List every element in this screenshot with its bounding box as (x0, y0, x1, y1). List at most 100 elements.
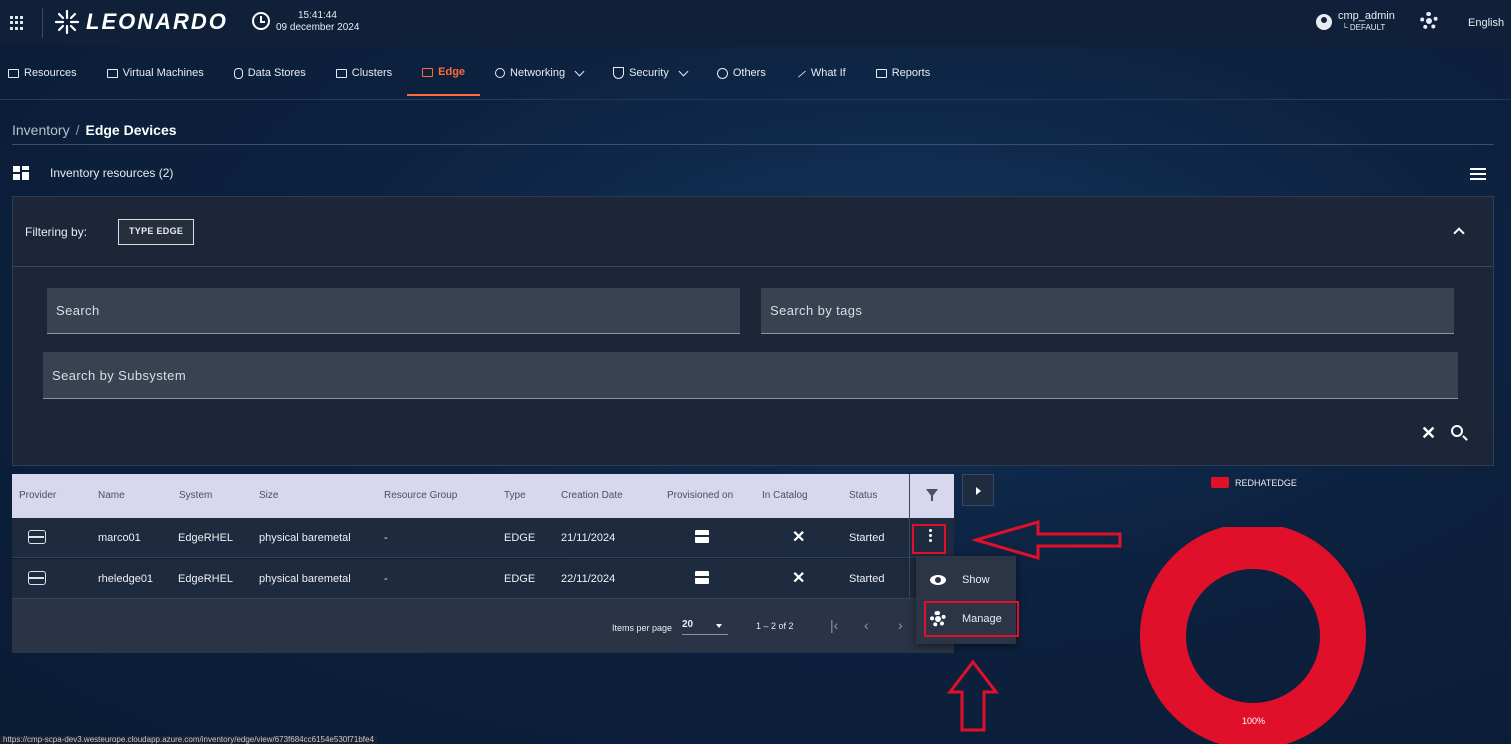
edge-icon (422, 67, 434, 77)
breadcrumb-separator: / (75, 122, 80, 138)
leonardo-logo-icon (54, 9, 80, 35)
cell-name[interactable]: marco01 (98, 532, 141, 544)
nav-label: Others (732, 67, 766, 79)
cell-resource-group: - (384, 532, 388, 544)
nav-reports[interactable]: Reports (861, 50, 946, 96)
menu-item-show[interactable]: Show (916, 560, 1016, 600)
previous-page-icon[interactable]: ‹ (864, 617, 869, 633)
database-icon (233, 67, 243, 79)
cell-name[interactable]: rheledge01 (98, 573, 153, 585)
col-size[interactable]: Size (259, 490, 278, 501)
cell-in-catalog: ✕ (792, 529, 806, 546)
chevron-up-icon[interactable] (1453, 227, 1465, 239)
path-icon (795, 68, 806, 78)
page-size-select[interactable]: 20 (682, 619, 728, 635)
nav-label: Reports (891, 67, 931, 79)
menu-item-label: Manage (962, 613, 1002, 625)
dashboard-icon (13, 166, 29, 180)
date-text: 09 december 2024 (276, 22, 360, 33)
tenant-name: └ DEFAULT (1342, 23, 1386, 32)
col-provider[interactable]: Provider (19, 490, 56, 501)
nav-clusters[interactable]: Clusters (321, 50, 407, 96)
antenna-icon (495, 68, 506, 78)
col-in-catalog[interactable]: In Catalog (762, 490, 808, 501)
legend-swatch (1211, 477, 1229, 488)
cell-in-catalog: ✕ (792, 570, 806, 587)
donut-chart (1140, 527, 1366, 744)
menu-icon[interactable] (1470, 168, 1486, 180)
col-creation-date[interactable]: Creation Date (561, 490, 623, 501)
dropdown-arrow-icon (716, 624, 722, 628)
nav-virtual-machines[interactable]: Virtual Machines (92, 50, 219, 96)
col-provisioned-on[interactable]: Provisioned on (667, 490, 733, 501)
col-system[interactable]: System (179, 490, 212, 501)
search-input[interactable]: Search (47, 288, 740, 334)
nav-label: Data Stores (247, 67, 306, 79)
filter-panel: Filtering by: TYPE EDGE Search Search by… (12, 196, 1494, 466)
filter-funnel-icon[interactable] (926, 489, 938, 501)
donut-slice-redhatedge[interactable] (1140, 527, 1366, 744)
chevron-down-icon (678, 66, 689, 76)
nav-edge[interactable]: Edge (407, 50, 481, 96)
col-type[interactable]: Type (504, 490, 526, 501)
datetime: 15:41:44 09 december 2024 (276, 10, 359, 34)
clock-icon (252, 12, 270, 30)
annotation-arrow-left-icon (972, 520, 1122, 560)
actions-column-divider (909, 474, 910, 599)
cell-system: EdgeRHEL (178, 573, 234, 585)
gear-icon (930, 611, 946, 627)
breadcrumb: Inventory / Edge Devices (12, 122, 177, 138)
brand-logo[interactable]: LEONARDO (54, 8, 228, 36)
cell-type: EDGE (504, 573, 536, 585)
nav-resources[interactable]: Resources (0, 50, 92, 96)
time-text: 15:41:44 (298, 10, 337, 21)
first-page-icon[interactable]: |‹ (830, 617, 838, 633)
cell-status: Started (849, 573, 885, 585)
col-name[interactable]: Name (98, 490, 125, 501)
nav-networking[interactable]: Networking (480, 50, 598, 96)
legend-label: REDHATEDGE (1235, 477, 1297, 488)
user-menu[interactable]: cmp_admin └ DEFAULT (1316, 11, 1395, 33)
cell-type: EDGE (504, 532, 536, 544)
nav-label: Networking (510, 67, 566, 79)
main-nav: Resources Virtual Machines Data Stores C… (0, 50, 1511, 98)
inventory-table: Provider Name System Size Resource Group… (12, 474, 954, 653)
server-icon (28, 571, 46, 585)
next-page-icon[interactable]: › (898, 617, 903, 633)
expand-panel-button[interactable] (962, 474, 994, 506)
cluster-icon (335, 68, 347, 78)
search-tags-input[interactable]: Search by tags (761, 288, 1454, 334)
search-icon[interactable] (1451, 425, 1463, 437)
report-icon (875, 68, 887, 78)
server-icon (695, 571, 709, 584)
clear-filters-close-icon[interactable]: ✕ (1421, 423, 1436, 444)
cell-resource-group: - (384, 573, 388, 585)
nav-others[interactable]: Others (702, 50, 781, 96)
cell-creation-date: 21/11/2024 (561, 532, 616, 544)
nav-security[interactable]: Security (598, 50, 702, 96)
table-row[interactable]: marco01 EdgeRHEL physical baremetal - ED… (12, 518, 954, 558)
items-per-page-label: Items per page (612, 623, 673, 633)
divider (42, 8, 43, 38)
donut-value-label: 100% (1242, 716, 1266, 726)
apps-grid-icon[interactable] (10, 16, 24, 30)
table-header: Provider Name System Size Resource Group… (12, 474, 954, 518)
menu-item-manage[interactable]: Manage (916, 599, 1016, 639)
chevron-down-icon (574, 66, 585, 76)
nav-what-if[interactable]: What If (781, 50, 861, 96)
page-range: 1 – 2 of 2 (756, 621, 794, 631)
nav-data-stores[interactable]: Data Stores (219, 50, 321, 96)
table-row[interactable]: rheledge01 EdgeRHEL physical baremetal -… (12, 559, 954, 599)
paginator: Items per page 20 1 – 2 of 2 |‹ ‹ › (12, 599, 954, 653)
row-actions-kebab-icon[interactable] (929, 529, 933, 545)
language-selector[interactable]: English (1468, 17, 1504, 29)
filter-chip-type-edge[interactable]: TYPE EDGE (118, 219, 195, 245)
col-resource-group[interactable]: Resource Group (384, 490, 457, 501)
nav-label: Resources (24, 67, 77, 79)
breadcrumb-inventory[interactable]: Inventory (12, 122, 70, 138)
monitor-icon (106, 68, 118, 78)
settings-gear-icon[interactable] (1420, 12, 1438, 30)
col-status[interactable]: Status (849, 490, 877, 501)
nav-divider (0, 99, 1511, 100)
search-subsystem-input[interactable]: Search by Subsystem (43, 352, 1458, 399)
